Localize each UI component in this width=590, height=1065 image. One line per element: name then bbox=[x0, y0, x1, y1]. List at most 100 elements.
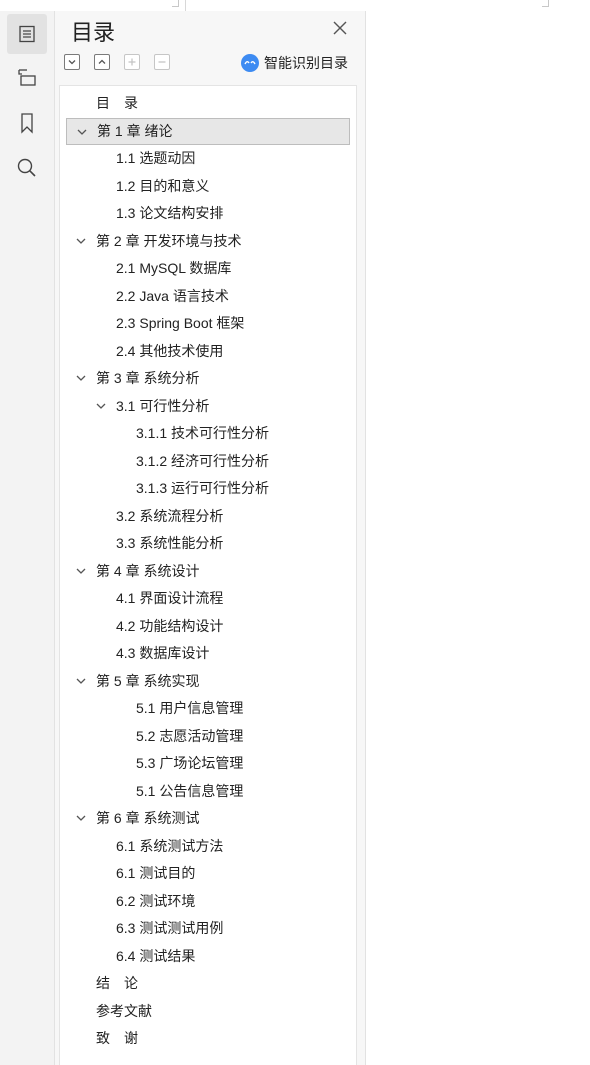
toc-item[interactable]: 2.1 MySQL 数据库 bbox=[66, 255, 350, 282]
outline-icon bbox=[18, 69, 36, 86]
divider bbox=[185, 0, 186, 11]
toc-item[interactable]: 目 录 bbox=[66, 90, 350, 117]
toc-item[interactable]: 6.1 系统测试方法 bbox=[66, 833, 350, 860]
toc-item[interactable]: 6.3 测试测试用例 bbox=[66, 915, 350, 942]
toc-item-label: 第 5 章 系统实现 bbox=[96, 672, 200, 689]
toc-item-label: 2.2 Java 语言技术 bbox=[116, 287, 229, 304]
toc-item-label: 第 4 章 系统设计 bbox=[96, 562, 200, 579]
toc-item-label: 致 谢 bbox=[96, 1030, 138, 1046]
chevron-down-icon[interactable] bbox=[77, 127, 87, 137]
toc-item[interactable]: 4.2 功能结构设计 bbox=[66, 613, 350, 640]
add-button[interactable] bbox=[124, 54, 140, 70]
toc-item[interactable]: 第 5 章 系统实现 bbox=[66, 668, 350, 695]
toc-item[interactable]: 6.1 测试目的 bbox=[66, 860, 350, 887]
toc-item-label: 4.2 功能结构设计 bbox=[116, 617, 224, 634]
toc-button[interactable] bbox=[7, 14, 47, 54]
remove-button[interactable] bbox=[154, 54, 170, 70]
toc-item[interactable]: 4.1 界面设计流程 bbox=[66, 585, 350, 612]
toc-item[interactable]: 1.1 选题动因 bbox=[66, 145, 350, 172]
toc-item-label: 2.1 MySQL 数据库 bbox=[116, 260, 232, 276]
toc-item-label: 4.1 界面设计流程 bbox=[116, 590, 224, 606]
toc-item[interactable]: 结 论 bbox=[66, 970, 350, 997]
toc-item-label: 参考文献 bbox=[96, 1002, 152, 1019]
toc-item-label: 5.1 公告信息管理 bbox=[136, 782, 244, 799]
toc-item-label: 1.1 选题动因 bbox=[116, 150, 196, 166]
toc-item-label: 2.4 其他技术使用 bbox=[116, 342, 224, 359]
toc-item[interactable]: 第 2 章 开发环境与技术 bbox=[66, 228, 350, 255]
toc-panel: 目录 智能识别目录 目 录第 1 章 绪论 1.1 选题动因 1.2 目的和意义… bbox=[55, 11, 366, 1065]
toc-item-label: 结 论 bbox=[96, 975, 138, 991]
toc-tree: 目 录第 1 章 绪论 1.1 选题动因 1.2 目的和意义 1.3 论文结构安排第 … bbox=[59, 85, 357, 1065]
toc-item[interactable]: 2.3 Spring Boot 框架 bbox=[66, 310, 350, 337]
collapse-all-icon bbox=[98, 59, 106, 64]
toc-item[interactable]: 第 4 章 系统设计 bbox=[66, 558, 350, 585]
toc-item-label: 1.2 目的和意义 bbox=[116, 177, 210, 194]
collapse-all-button[interactable] bbox=[94, 54, 110, 70]
add-icon bbox=[128, 58, 136, 66]
toc-item[interactable]: 1.2 目的和意义 bbox=[66, 173, 350, 200]
toc-item[interactable]: 3.2 系统流程分析 bbox=[66, 503, 350, 530]
toc-item-label: 1.3 论文结构安排 bbox=[116, 205, 224, 221]
toc-item-label: 3.1 可行性分析 bbox=[116, 397, 210, 414]
bookmark-button[interactable] bbox=[7, 103, 47, 143]
outline-button[interactable] bbox=[7, 58, 47, 98]
toc-item[interactable]: 3.1.2 经济可行性分析 bbox=[66, 448, 350, 475]
toc-item-label: 6.1 测试目的 bbox=[116, 865, 196, 881]
chevron-down-icon[interactable] bbox=[76, 373, 86, 383]
toc-item[interactable]: 3.1.1 技术可行性分析 bbox=[66, 420, 350, 447]
smart-recognize-button[interactable]: 智能识别目录 bbox=[241, 53, 348, 73]
toc-item[interactable]: 5.1 公告信息管理 bbox=[66, 778, 350, 805]
remove-icon bbox=[158, 61, 166, 63]
toc-item-label: 6.1 系统测试方法 bbox=[116, 837, 224, 854]
toc-item-label: 第 6 章 系统测试 bbox=[96, 810, 200, 826]
toc-item[interactable]: 5.2 志愿活动管理 bbox=[66, 723, 350, 750]
toc-item[interactable]: 3.1 可行性分析 bbox=[66, 393, 350, 420]
left-rail bbox=[0, 11, 55, 1065]
toc-item-label: 5.1 用户信息管理 bbox=[136, 700, 244, 716]
toc-item-label: 第 3 章 系统分析 bbox=[96, 370, 200, 386]
chevron-down-icon[interactable] bbox=[76, 236, 86, 246]
toc-item-label: 2.3 Spring Boot 框架 bbox=[116, 315, 245, 331]
toc-item-label: 3.1.1 技术可行性分析 bbox=[136, 425, 270, 441]
panel-title: 目录 bbox=[71, 20, 116, 45]
toc-item[interactable]: 4.3 数据库设计 bbox=[66, 640, 350, 667]
expand-all-button[interactable] bbox=[64, 54, 80, 70]
toc-item[interactable]: 第 6 章 系统测试 bbox=[66, 805, 350, 832]
toc-item[interactable]: 3.3 系统性能分析 bbox=[66, 530, 350, 557]
document-area bbox=[366, 11, 590, 1065]
chevron-down-icon[interactable] bbox=[76, 813, 86, 823]
toc-item[interactable]: 6.4 测试结果 bbox=[66, 943, 350, 970]
chevron-down-icon[interactable] bbox=[96, 401, 106, 411]
toc-item[interactable]: 2.2 Java 语言技术 bbox=[66, 283, 350, 310]
toc-item-label: 3.3 系统性能分析 bbox=[116, 535, 224, 551]
toc-item-label: 6.3 测试测试用例 bbox=[116, 920, 224, 936]
toc-item-label: 5.2 志愿活动管理 bbox=[136, 727, 244, 744]
toc-item-label: 3.2 系统流程分析 bbox=[116, 507, 224, 524]
toc-icon bbox=[19, 25, 35, 43]
toc-item[interactable]: 3.1.3 运行可行性分析 bbox=[66, 475, 350, 502]
toc-item[interactable]: 5.3 广场论坛管理 bbox=[66, 750, 350, 777]
chevron-down-icon[interactable] bbox=[76, 566, 86, 576]
ai-assistant-icon bbox=[241, 54, 259, 72]
toc-item-label: 6.2 测试环境 bbox=[116, 892, 196, 909]
toc-item[interactable]: 第 3 章 系统分析 bbox=[66, 365, 350, 392]
toc-item-label: 5.3 广场论坛管理 bbox=[136, 755, 244, 771]
toc-item-label: 3.1.3 运行可行性分析 bbox=[136, 480, 270, 496]
page-corner-mark bbox=[172, 0, 179, 7]
toc-item[interactable]: 6.2 测试环境 bbox=[66, 888, 350, 915]
toc-item-label: 4.3 数据库设计 bbox=[116, 645, 210, 661]
search-button[interactable] bbox=[7, 148, 47, 188]
toc-item-label: 第 2 章 开发环境与技术 bbox=[96, 232, 242, 249]
toc-item[interactable]: 致 谢 bbox=[66, 1025, 350, 1052]
toc-item[interactable]: 5.1 用户信息管理 bbox=[66, 695, 350, 722]
chevron-down-icon[interactable] bbox=[76, 676, 86, 686]
toc-item-label: 目 录 bbox=[96, 95, 138, 111]
close-icon[interactable] bbox=[331, 19, 349, 37]
toc-item[interactable]: 1.3 论文结构安排 bbox=[66, 200, 350, 227]
toc-item-label: 6.4 测试结果 bbox=[116, 947, 196, 964]
toc-item[interactable]: 参考文献 bbox=[66, 998, 350, 1025]
page-corner-mark bbox=[542, 0, 549, 7]
toc-item[interactable]: 第 1 章 绪论 bbox=[66, 117, 350, 145]
toc-item[interactable]: 2.4 其他技术使用 bbox=[66, 338, 350, 365]
smart-recognize-label: 智能识别目录 bbox=[264, 55, 348, 71]
